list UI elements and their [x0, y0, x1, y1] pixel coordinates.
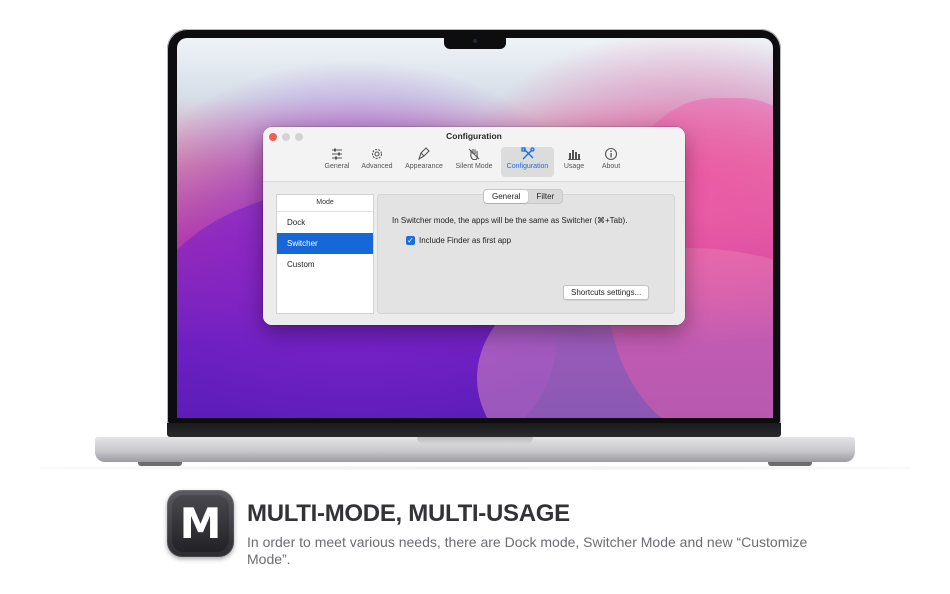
app-icon-letter: M — [172, 495, 229, 552]
brush-icon — [401, 147, 447, 162]
mode-list-header: Mode — [277, 195, 373, 212]
gear-icon — [358, 147, 396, 162]
mode-description: In Switcher mode, the apps will be the s… — [392, 216, 628, 225]
toolbar-label: Advanced — [361, 163, 393, 170]
toolbar-tab-usage[interactable]: Usage — [560, 147, 588, 177]
app-icon: M — [167, 490, 234, 557]
toolbar-label: Appearance — [405, 163, 443, 170]
laptop-base-notch — [417, 437, 533, 445]
toolbar-label: General — [324, 163, 350, 170]
camera-icon — [473, 39, 477, 43]
toolbar-tab-general[interactable]: General — [320, 147, 354, 177]
toolbar-tab-silent-mode[interactable]: Silent Mode — [451, 147, 497, 177]
mode-item-switcher[interactable]: Switcher — [277, 233, 373, 254]
toolbar-label: Usage — [563, 163, 585, 170]
mode-item-dock[interactable]: Dock — [277, 212, 373, 233]
include-finder-checkbox[interactable]: ✓ — [406, 236, 415, 245]
mode-item-custom[interactable]: Custom — [277, 254, 373, 275]
hand-icon — [451, 147, 497, 162]
window-titlebar: Configuration General Advanced Appearanc… — [263, 127, 685, 182]
window-title: Configuration — [446, 131, 502, 141]
bar-chart-icon — [560, 147, 588, 162]
tab-segmented-control: General Filter — [483, 189, 564, 204]
laptop-foot — [138, 462, 182, 466]
description: In order to meet various needs, there ar… — [247, 534, 808, 567]
window-content: Mode Dock Switcher Custom In Switcher mo… — [263, 182, 685, 325]
toolbar-label: About — [601, 163, 621, 170]
toolbar-tab-appearance[interactable]: Appearance — [401, 147, 447, 177]
toolbar-label: Silent Mode — [455, 163, 493, 170]
toolbar-tab-advanced[interactable]: Advanced — [358, 147, 396, 177]
shortcuts-settings-button[interactable]: Shortcuts settings... — [563, 285, 650, 300]
preferences-window: Configuration General Advanced Appearanc… — [263, 127, 685, 325]
toolbar-tab-about[interactable]: About — [596, 147, 626, 177]
sliders-icon — [320, 147, 354, 162]
tab-general[interactable]: General — [484, 190, 529, 203]
toolbar-label: Configuration — [506, 163, 549, 170]
tab-filter[interactable]: Filter — [528, 190, 562, 203]
settings-panel: In Switcher mode, the apps will be the s… — [377, 194, 675, 314]
include-finder-label: Include Finder as first app — [419, 236, 512, 245]
mode-list: Mode Dock Switcher Custom — [276, 194, 374, 314]
info-icon — [596, 147, 626, 162]
laptop-foot — [768, 462, 812, 466]
laptop-shadow — [40, 466, 910, 470]
laptop-hinge — [167, 423, 781, 437]
tools-icon — [501, 147, 554, 162]
toolbar-tab-configuration[interactable]: Configuration — [501, 147, 554, 177]
headline: MULTI-MODE, MULTI-USAGE — [247, 500, 570, 527]
